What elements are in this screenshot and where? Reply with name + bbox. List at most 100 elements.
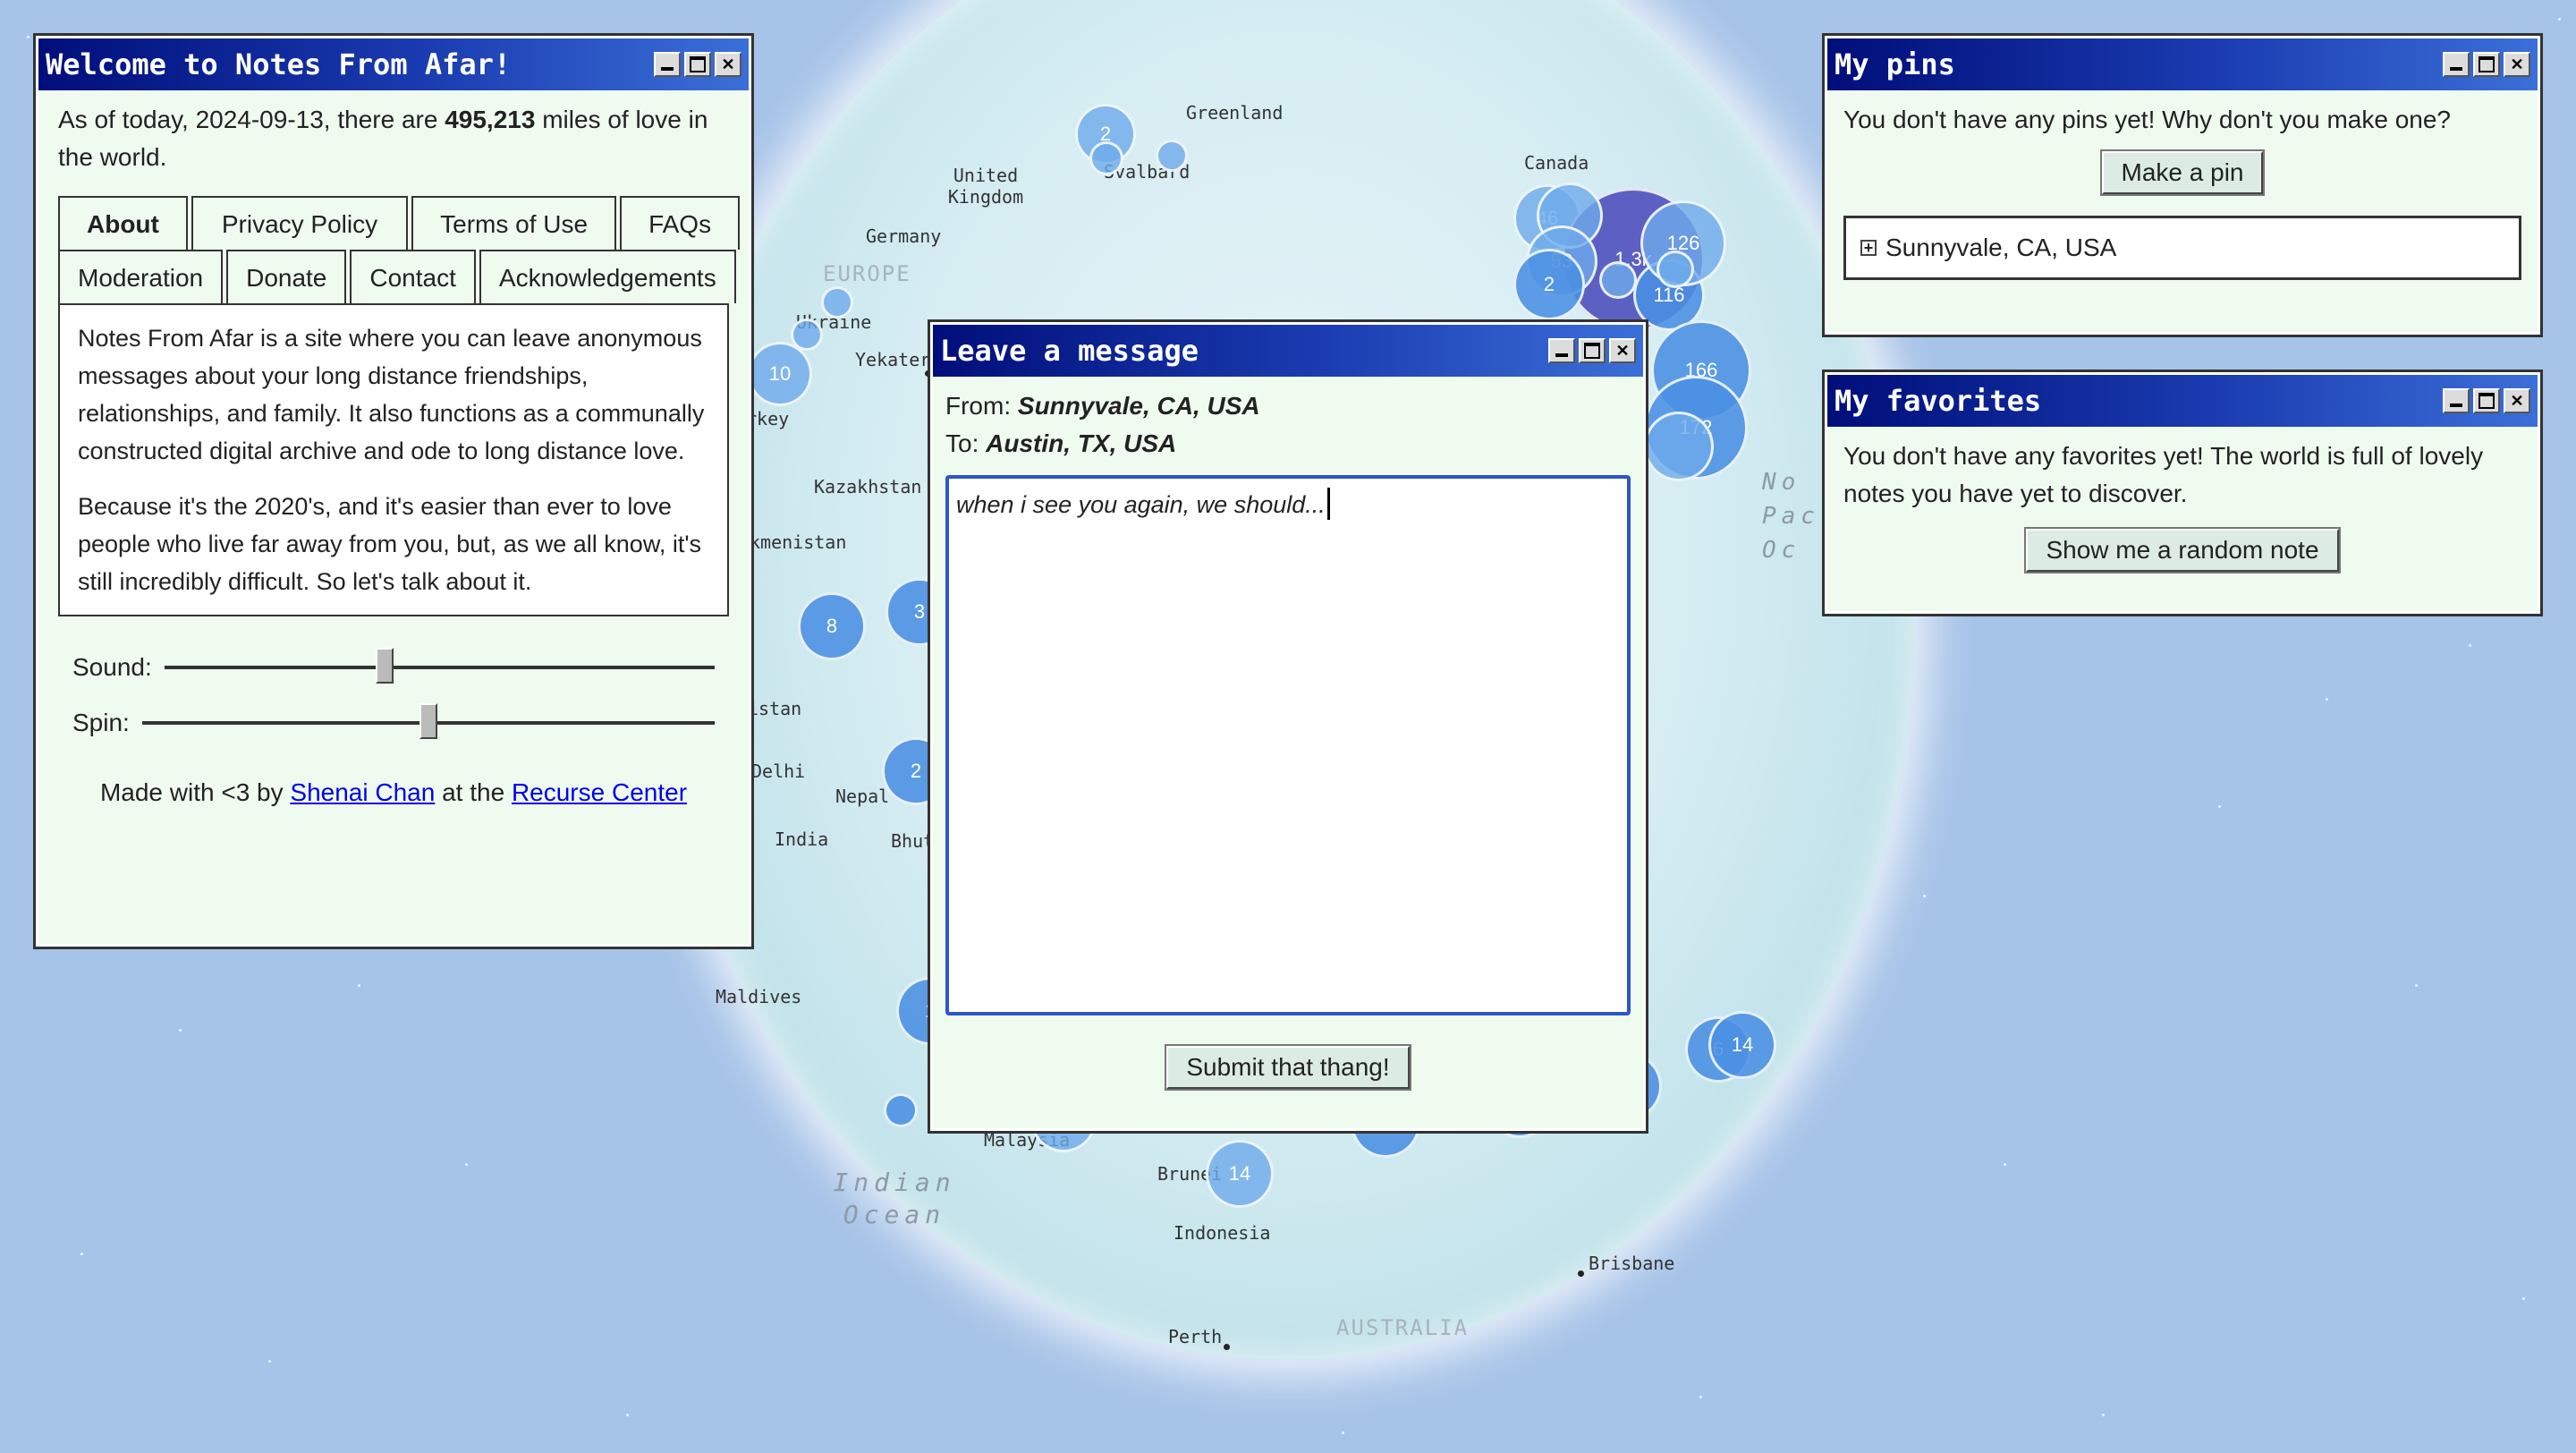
cluster-bubble[interactable]: 2 — [1513, 249, 1585, 320]
window-title: My pins — [1835, 47, 1955, 81]
pin-item[interactable]: Sunnyvale, CA, USA — [1885, 229, 2116, 267]
my-favorites-window: My favorites ✕ You don't have any favori… — [1822, 370, 2543, 616]
cluster-bubble[interactable] — [1657, 251, 1694, 288]
maximize-button[interactable] — [2473, 52, 2500, 77]
window-title: Leave a message — [940, 334, 1199, 368]
map-label: Germany — [866, 225, 942, 247]
close-button[interactable]: ✕ — [2504, 388, 2530, 413]
close-button[interactable]: ✕ — [2504, 52, 2530, 77]
to-line: To: Austin, TX, USA — [945, 425, 1631, 463]
miles-intro: As of today, 2024-09-13, there are 495,2… — [58, 101, 733, 176]
random-note-button[interactable]: Show me a random note — [2024, 527, 2341, 574]
footer-text: Made with <3 by — [99, 778, 291, 806]
cluster-bubble[interactable] — [1156, 140, 1188, 172]
map-label: Indonesia — [1174, 1222, 1271, 1244]
sliders: Sound: Spin: — [55, 640, 733, 751]
minimize-icon — [661, 67, 674, 71]
sound-control: Sound: — [72, 640, 715, 695]
cluster-bubble[interactable] — [821, 286, 853, 319]
sound-slider[interactable] — [164, 648, 715, 684]
minimize-button[interactable] — [654, 52, 681, 77]
map-label: Maldives — [716, 986, 802, 1007]
favorites-empty-message: You don't have any favorites yet! The wo… — [1843, 442, 2484, 507]
miles-count: 495,213 — [445, 106, 536, 133]
about-panel: Notes From Afar is a site where you can … — [58, 303, 729, 616]
close-icon: ✕ — [2510, 55, 2524, 73]
map-label: Canada — [1524, 152, 1589, 174]
map-label: Indian Ocean — [833, 1168, 956, 1229]
minimize-icon — [2450, 404, 2462, 407]
welcome-titlebar[interactable]: Welcome to Notes From Afar! ✕ — [38, 38, 749, 90]
map-label: United Kingdom — [947, 165, 1024, 208]
tab-moderation[interactable]: Moderation — [58, 250, 224, 303]
map-label: Nepal — [835, 786, 890, 807]
maximize-button[interactable] — [2473, 388, 2500, 413]
tab-donate[interactable]: Donate — [226, 250, 347, 303]
close-button[interactable]: ✕ — [1609, 338, 1636, 363]
map-label: Perth — [1168, 1326, 1223, 1347]
map-label: Delhi — [751, 760, 806, 782]
cluster-bubble[interactable]: 14 — [1206, 1140, 1274, 1208]
maximize-button[interactable] — [684, 52, 711, 77]
tab-privacy-policy[interactable]: Privacy Policy — [191, 196, 409, 250]
tabs-row-2: Moderation Donate Contact Acknowledgemen… — [58, 250, 736, 303]
my-pins-window: My pins ✕ You don't have any pins yet! W… — [1822, 33, 2543, 337]
window-title: Welcome to Notes From Afar! — [46, 47, 512, 81]
map-label: India — [775, 828, 829, 850]
minimize-button[interactable] — [1548, 338, 1575, 363]
sound-slider-thumb[interactable] — [375, 648, 394, 684]
from-line: From: Sunnyvale, CA, USA — [945, 387, 1631, 425]
maximize-icon — [1584, 343, 1600, 359]
close-button[interactable]: ✕ — [715, 52, 741, 77]
spin-control: Spin: — [72, 695, 715, 751]
welcome-window: Welcome to Notes From Afar! ✕ As of toda… — [33, 33, 754, 949]
submit-button[interactable]: Submit that thang! — [1165, 1044, 1411, 1091]
leave-message-window: Leave a message ✕ From: Sunnyvale, CA, U… — [928, 319, 1648, 1134]
from-location: Sunnyvale, CA, USA — [1017, 392, 1260, 420]
about-paragraph: Because it's the 2020's, and it's easier… — [78, 493, 701, 595]
message-titlebar[interactable]: Leave a message ✕ — [933, 325, 1643, 377]
minimize-icon — [1555, 353, 1568, 357]
map-label: istan — [748, 698, 802, 719]
spin-slider-thumb[interactable] — [419, 703, 437, 739]
map-label: rkey — [746, 408, 790, 429]
to-label: To: — [945, 429, 979, 457]
tab-acknowledgements[interactable]: Acknowledgements — [479, 250, 736, 303]
minimize-button[interactable] — [2443, 388, 2470, 413]
spin-label: Spin: — [72, 709, 130, 736]
make-pin-button[interactable]: Make a pin — [2099, 149, 2266, 196]
spin-slider[interactable] — [141, 703, 715, 739]
tab-contact[interactable]: Contact — [350, 250, 476, 303]
cluster-bubble[interactable]: 10 — [748, 342, 812, 406]
favorites-titlebar[interactable]: My favorites ✕ — [1827, 375, 2538, 427]
cluster-bubble[interactable] — [884, 1093, 918, 1127]
window-title: My favorites — [1835, 384, 2042, 418]
about-paragraph: Notes From Afar is a site where you can … — [78, 325, 705, 464]
close-icon: ✕ — [1615, 342, 1630, 360]
cluster-bubble[interactable] — [1089, 141, 1123, 175]
sound-label: Sound: — [72, 653, 152, 681]
map-label: Kazakhstan — [814, 476, 922, 497]
pins-empty-message: You don't have any pins yet! Why don't y… — [1843, 106, 2451, 133]
to-location: Austin, TX, USA — [986, 429, 1177, 457]
recurse-center-link[interactable]: Recurse Center — [512, 778, 687, 806]
minimize-icon — [2450, 67, 2462, 71]
author-link[interactable]: Shenai Chan — [290, 778, 435, 806]
tab-faqs[interactable]: FAQs — [620, 196, 741, 250]
tab-about[interactable]: About — [58, 196, 188, 250]
expand-icon[interactable]: + — [1860, 240, 1877, 256]
cluster-bubble[interactable]: 8 — [798, 592, 866, 660]
map-label: Yekater — [855, 349, 931, 370]
maximize-button[interactable] — [1579, 338, 1606, 363]
tab-terms-of-use[interactable]: Terms of Use — [411, 196, 617, 250]
minimize-button[interactable] — [2443, 52, 2470, 77]
cluster-bubble[interactable] — [1644, 412, 1714, 481]
footer-credit: Made with <3 by Shenai Chan at the Recur… — [55, 774, 733, 811]
message-textarea[interactable]: when i see you again, we should... — [945, 475, 1631, 1015]
map-label: Brisbane — [1589, 1253, 1675, 1274]
pins-titlebar[interactable]: My pins ✕ — [1827, 38, 2538, 90]
map-label: Greenland — [1186, 102, 1284, 123]
cluster-bubble[interactable]: 14 — [1708, 1011, 1776, 1079]
cluster-bubble[interactable] — [1599, 261, 1637, 299]
tabs-row-1: About Privacy Policy Terms of Use FAQs — [58, 196, 741, 250]
